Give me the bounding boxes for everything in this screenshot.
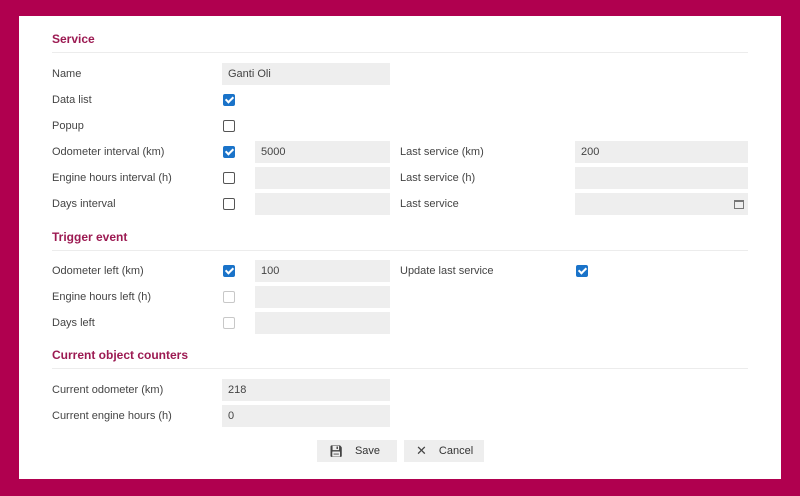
cancel-button-label: Cancel — [438, 445, 474, 457]
service-dialog: Service Name Ganti Oli Data list Popup O… — [19, 16, 781, 479]
save-icon: 💾︎ — [329, 445, 343, 458]
days-interval-label: Days interval — [52, 198, 116, 210]
update-last-service-label: Update last service — [400, 265, 494, 277]
odometer-interval-input[interactable]: 5000 — [255, 141, 390, 163]
days-left-label: Days left — [52, 317, 95, 329]
odometer-left-input[interactable]: 100 — [255, 260, 390, 282]
calendar-icon[interactable] — [734, 200, 744, 209]
odometer-left-checkbox[interactable] — [223, 265, 235, 277]
name-input[interactable]: Ganti Oli — [222, 63, 390, 85]
odometer-interval-label: Odometer interval (km) — [52, 146, 165, 158]
last-service-km-label: Last service (km) — [400, 146, 484, 158]
last-service-date-input[interactable] — [575, 193, 748, 215]
divider — [52, 52, 748, 53]
current-odometer-input[interactable]: 218 — [222, 379, 390, 401]
engine-hours-interval-input[interactable] — [255, 167, 390, 189]
engine-hours-interval-label: Engine hours interval (h) — [52, 172, 172, 184]
divider — [52, 250, 748, 251]
current-engine-hours-input[interactable]: 0 — [222, 405, 390, 427]
data-list-checkbox[interactable] — [223, 94, 235, 106]
last-service-h-label: Last service (h) — [400, 172, 476, 184]
popup-label: Popup — [52, 120, 84, 132]
data-list-label: Data list — [52, 94, 92, 106]
save-button[interactable]: 💾︎ Save — [317, 440, 397, 462]
engine-hours-interval-checkbox[interactable] — [223, 172, 235, 184]
update-last-service-checkbox[interactable] — [576, 265, 588, 277]
last-service-label: Last service — [400, 198, 459, 210]
days-interval-checkbox[interactable] — [223, 198, 235, 210]
days-interval-input[interactable] — [255, 193, 390, 215]
last-service-h-input[interactable] — [575, 167, 748, 189]
odometer-interval-checkbox[interactable] — [223, 146, 235, 158]
days-left-input[interactable] — [255, 312, 390, 334]
cancel-button[interactable]: ✕ Cancel — [404, 440, 484, 462]
close-icon: ✕ — [416, 443, 427, 458]
save-button-label: Save — [354, 445, 381, 457]
engine-hours-left-checkbox[interactable] — [223, 291, 235, 303]
section-title-current-object-counters: Current object counters — [52, 348, 189, 362]
divider — [52, 368, 748, 369]
odometer-left-label: Odometer left (km) — [52, 265, 144, 277]
section-title-trigger-event: Trigger event — [52, 230, 128, 244]
section-title-service: Service — [52, 32, 95, 46]
popup-checkbox[interactable] — [223, 120, 235, 132]
engine-hours-left-label: Engine hours left (h) — [52, 291, 152, 303]
last-service-km-input[interactable]: 200 — [575, 141, 748, 163]
engine-hours-left-input[interactable] — [255, 286, 390, 308]
name-label: Name — [52, 68, 82, 80]
days-left-checkbox[interactable] — [223, 317, 235, 329]
current-engine-hours-label: Current engine hours (h) — [52, 410, 172, 422]
current-odometer-label: Current odometer (km) — [52, 384, 164, 396]
